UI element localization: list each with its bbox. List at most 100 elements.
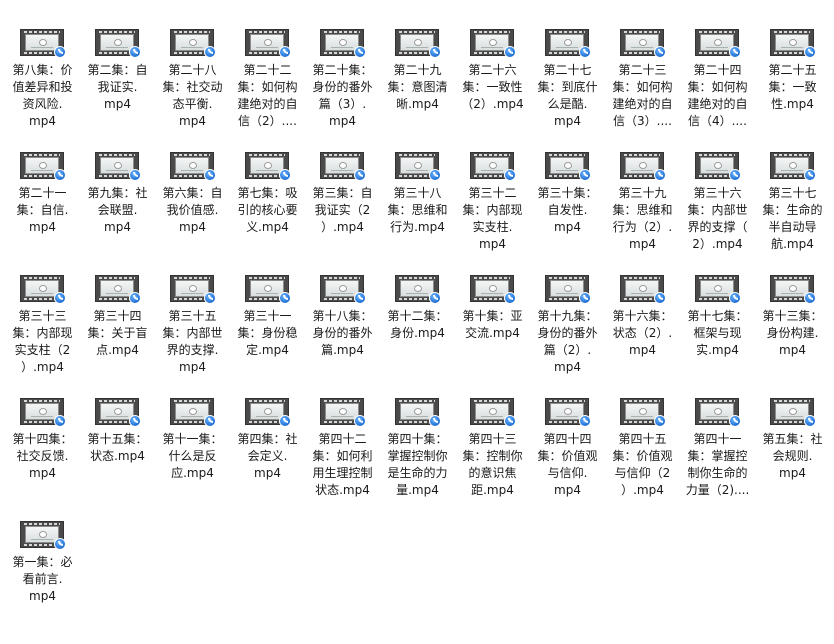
- player-badge-icon: [353, 415, 366, 427]
- file-item[interactable]: 第二十七 集：到底什 么是酷. mp4: [530, 29, 605, 152]
- file-item[interactable]: 第二十四 集：如何构 建绝对的自 信（4）....: [680, 29, 755, 152]
- file-name: 第十集：亚 交流.mp4: [462, 309, 523, 340]
- file-item[interactable]: 第二十三 集：如何构 建绝对的自 信（3）....: [605, 29, 680, 152]
- file-item[interactable]: 第二集：自 我证实. mp4: [80, 29, 155, 152]
- file-item[interactable]: 第四十五 集：价值观 与信仰（2 ）.mp4: [605, 398, 680, 521]
- file-row: 第一集：必 看前言. mp4: [5, 521, 834, 644]
- player-badge-icon: [53, 46, 66, 58]
- file-item[interactable]: 第三十九 集：思维和 行为（2）. mp4: [605, 152, 680, 275]
- player-badge-icon: [728, 415, 741, 427]
- file-row: 第八集：价 值差异和投 资风险. mp4 第二集：自 我证实. mp4 第二十八 集：社交动 态平…: [5, 29, 834, 152]
- player-badge-icon: [803, 415, 816, 427]
- file-item[interactable]: 第十八集： 身份的番外 篇.mp4: [305, 275, 380, 398]
- player-badge-icon: [353, 292, 366, 304]
- file-item[interactable]: 第五集：社 会规则. mp4: [755, 398, 830, 521]
- file-item[interactable]: 第三十五 集：内部世 界的支撑. mp4: [155, 275, 230, 398]
- player-badge-icon: [128, 169, 141, 181]
- file-name: 第十四集： 社交反馈. mp4: [12, 432, 73, 480]
- file-name: 第十九集： 身份的番外 篇（2）. mp4: [537, 309, 598, 374]
- player-badge-icon: [728, 169, 741, 181]
- video-file-icon: [769, 275, 816, 304]
- file-item[interactable]: 第四十四 集：价值观 与信仰. mp4: [530, 398, 605, 521]
- file-name: 第二十一 集：自信. mp4: [16, 186, 69, 234]
- file-item[interactable]: 第七集：吸 引的核心要 义.mp4: [230, 152, 305, 275]
- file-item[interactable]: 第三十四 集：关于盲 点.mp4: [80, 275, 155, 398]
- file-item[interactable]: 第二十一 集：自信. mp4: [5, 152, 80, 275]
- player-badge-icon: [803, 46, 816, 58]
- file-name: 第二十八 集：社交动 态平衡. mp4: [162, 63, 223, 128]
- file-item[interactable]: 第三十集： 自发性. mp4: [530, 152, 605, 275]
- player-badge-icon: [803, 169, 816, 181]
- file-item[interactable]: 第三十八 集：思维和 行为.mp4: [380, 152, 455, 275]
- file-item[interactable]: 第二十八 集：社交动 态平衡. mp4: [155, 29, 230, 152]
- file-name: 第三十四 集：关于盲 点.mp4: [87, 309, 148, 357]
- file-item[interactable]: 第十七集： 框架与现 实.mp4: [680, 275, 755, 398]
- file-name: 第十三集： 身份构建. mp4: [762, 309, 823, 357]
- player-badge-icon: [203, 292, 216, 304]
- video-file-icon: [769, 29, 816, 58]
- player-badge-icon: [428, 415, 441, 427]
- file-item[interactable]: 第四十一 集：掌握控 制你生命的 力量（2)....: [680, 398, 755, 521]
- file-item[interactable]: 第二十九 集：意图清 晰.mp4: [380, 29, 455, 152]
- video-file-icon: [94, 152, 141, 181]
- video-file-icon: [544, 275, 591, 304]
- file-item[interactable]: 第三集：自 我证实（2 ）.mp4: [305, 152, 380, 275]
- file-name: 第十二集： 身份.mp4: [387, 309, 448, 340]
- file-name: 第二十三 集：如何构 建绝对的自 信（3）....: [612, 63, 673, 128]
- file-item[interactable]: 第十集：亚 交流.mp4: [455, 275, 530, 398]
- file-name: 第五集：社 会规则. mp4: [762, 432, 823, 480]
- file-item[interactable]: 第十一集： 什么是反 应.mp4: [155, 398, 230, 521]
- file-item[interactable]: 第十四集： 社交反馈. mp4: [5, 398, 80, 521]
- file-item[interactable]: 第二十五 集：一致 性.mp4: [755, 29, 830, 152]
- file-name: 第四集：社 会定义. mp4: [237, 432, 298, 480]
- file-item[interactable]: 第三十六 集：内部世 界的支撑（ 2）.mp4: [680, 152, 755, 275]
- file-item[interactable]: 第四十三 集：控制你 的意识焦 距.mp4: [455, 398, 530, 521]
- file-item[interactable]: 第九集：社 会联盟. mp4: [80, 152, 155, 275]
- file-item[interactable]: 第十九集： 身份的番外 篇（2）. mp4: [530, 275, 605, 398]
- file-item[interactable]: 第二十二 集：如何构 建绝对的自 信（2）....: [230, 29, 305, 152]
- file-item[interactable]: 第十三集： 身份构建. mp4: [755, 275, 830, 398]
- file-item[interactable]: 第一集：必 看前言. mp4: [5, 521, 80, 644]
- file-name: 第二十四 集：如何构 建绝对的自 信（4）....: [687, 63, 748, 128]
- player-badge-icon: [503, 169, 516, 181]
- player-badge-icon: [503, 46, 516, 58]
- file-item[interactable]: 第八集：价 值差异和投 资风险. mp4: [5, 29, 80, 152]
- video-file-icon: [169, 275, 216, 304]
- file-item[interactable]: 第四集：社 会定义. mp4: [230, 398, 305, 521]
- video-file-icon: [469, 398, 516, 427]
- file-item[interactable]: 第三十七 集：生命的 半自动导 航.mp4: [755, 152, 830, 275]
- file-item[interactable]: 第六集：自 我价值感. mp4: [155, 152, 230, 275]
- video-file-icon: [394, 152, 441, 181]
- file-item[interactable]: 第二十集： 身份的番外 篇（3）. mp4: [305, 29, 380, 152]
- file-item[interactable]: 第十五集： 状态.mp4: [80, 398, 155, 521]
- video-file-icon: [244, 152, 291, 181]
- player-badge-icon: [428, 292, 441, 304]
- file-name: 第十七集： 框架与现 实.mp4: [687, 309, 748, 357]
- file-item[interactable]: 第三十一 集：身份稳 定.mp4: [230, 275, 305, 398]
- file-name: 第四十二 集：如何利 用生理控制 状态.mp4: [312, 432, 373, 497]
- file-name: 第八集：价 值差异和投 资风险. mp4: [12, 63, 73, 128]
- file-name: 第一集：必 看前言. mp4: [12, 555, 73, 603]
- file-item[interactable]: 第三十二 集：内部现 实支柱. mp4: [455, 152, 530, 275]
- file-row: 第三十三 集：内部现 实支柱（2 ）.mp4 第三十四 集：关于盲 点.mp4 第三十五 集：内…: [5, 275, 834, 398]
- player-badge-icon: [428, 169, 441, 181]
- file-item[interactable]: 第三十三 集：内部现 实支柱（2 ）.mp4: [5, 275, 80, 398]
- file-item[interactable]: 第二十六 集：一致性 （2）.mp4: [455, 29, 530, 152]
- file-name: 第三十五 集：内部世 界的支撑. mp4: [162, 309, 223, 374]
- file-item[interactable]: 第四十二 集：如何利 用生理控制 状态.mp4: [305, 398, 380, 521]
- video-file-icon: [19, 521, 66, 550]
- file-item[interactable]: 第四十集： 掌握控制你 是生命的力 量.mp4: [380, 398, 455, 521]
- player-badge-icon: [353, 169, 366, 181]
- file-name: 第二十七 集：到底什 么是酷. mp4: [537, 63, 598, 128]
- file-item[interactable]: 第十六集： 状态（2）. mp4: [605, 275, 680, 398]
- video-file-icon: [394, 29, 441, 58]
- file-item[interactable]: 第十二集： 身份.mp4: [380, 275, 455, 398]
- file-grid: 第八集：价 值差异和投 资风险. mp4 第二集：自 我证实. mp4 第二十八 集：社交动 态平…: [0, 0, 834, 608]
- video-file-icon: [319, 398, 366, 427]
- player-badge-icon: [653, 169, 666, 181]
- video-file-icon: [19, 152, 66, 181]
- player-badge-icon: [503, 415, 516, 427]
- video-file-icon: [319, 275, 366, 304]
- video-file-icon: [319, 152, 366, 181]
- file-name: 第二十九 集：意图清 晰.mp4: [387, 63, 448, 111]
